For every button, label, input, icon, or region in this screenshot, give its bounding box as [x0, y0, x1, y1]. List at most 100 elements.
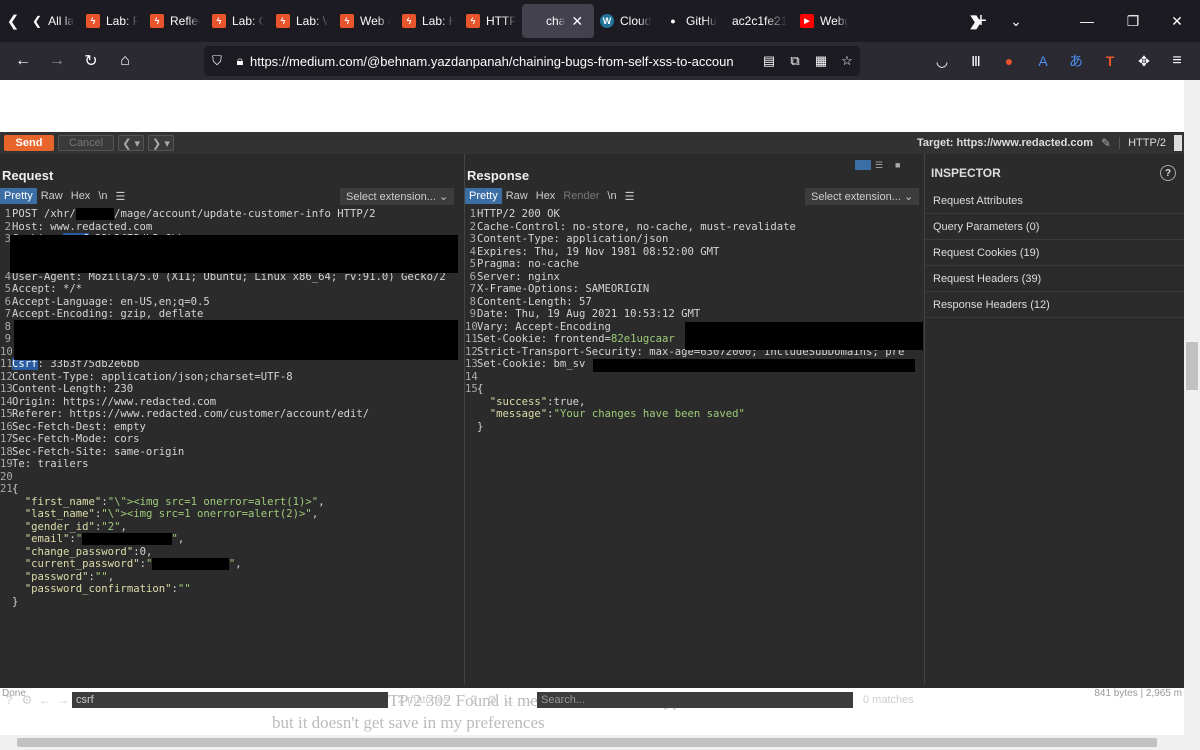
qr-code-icon[interactable]: ▦ [808, 53, 834, 69]
extension-fox-icon[interactable]: ● [995, 42, 1023, 80]
vertical-scroll-thumb[interactable] [1186, 342, 1198, 390]
tracking-protection-icon[interactable]: ⛉ [204, 53, 230, 69]
tab-title: ac2c1fe21 [732, 14, 788, 28]
browser-tab[interactable]: ϟ Lab: R [80, 0, 144, 42]
code-line: 9 Date: Thu, 19 Aug 2021 10:53:12 GMT [469, 308, 701, 320]
url-text[interactable]: https://medium.com/@behnam.yazdanpanah/c… [250, 54, 756, 69]
response-editor[interactable]: 1 HTTP/2 200 OK 2 Cache-Control: no-store,… [465, 208, 922, 433]
response-tab-newline[interactable]: \n [603, 188, 620, 204]
code-line: 1 POST /xhr/ /mage/account/update-custome… [4, 208, 376, 220]
inspector-request-cookies[interactable]: Request Cookies (19) [925, 240, 1184, 266]
browser-tab[interactable]: ● GitHu [660, 0, 726, 42]
request-tab-hex[interactable]: Hex [67, 188, 95, 204]
back-icon[interactable]: ← [6, 44, 40, 78]
translate-extension-2-icon[interactable]: あ [1062, 42, 1090, 80]
response-title: Response [467, 167, 530, 183]
vertical-scrollbar[interactable] [1184, 80, 1200, 735]
browser-tab[interactable]: ϟ Reflec [144, 0, 206, 42]
request-tab-newline[interactable]: \n [94, 188, 111, 204]
translate-extension-icon[interactable]: A [1029, 42, 1057, 80]
redaction-block [593, 359, 915, 372]
redaction-block [685, 322, 923, 350]
response-tab-pretty[interactable]: Pretty [465, 188, 502, 204]
response-select-extension[interactable]: Select extension... ⌄ [805, 188, 920, 205]
tab-favicon-icon: ▶ [800, 14, 814, 28]
tab-title: cha [546, 14, 566, 28]
request-tab-raw[interactable]: Raw [37, 188, 67, 204]
inspector-response-headers[interactable]: Response Headers (12) [925, 292, 1184, 318]
inspector-query-parameters[interactable]: Query Parameters (0) [925, 214, 1184, 240]
browser-tab[interactable]: ϟ Lab: W [270, 0, 334, 42]
status-right: 841 bytes | 2,965 m [1094, 688, 1182, 699]
tab-favicon-icon: ϟ [86, 14, 100, 28]
history-forward-icon[interactable]: ❯ ▾ [148, 135, 174, 151]
restore-icon[interactable]: ❐ [1110, 0, 1156, 42]
menu-hamburger-icon[interactable]: ≡ [1163, 42, 1191, 80]
chevron-down-icon: ⌄ [903, 191, 914, 203]
address-bar[interactable]: ⛉ 🔒︎ https://medium.com/@behnam.yazdanpa… [204, 46, 860, 76]
edit-target-icon[interactable]: ✎ [1101, 136, 1111, 150]
response-tab-render[interactable]: Render [559, 188, 603, 204]
chevron-left-icon[interactable]: ❮ [32, 14, 42, 28]
browser-tab[interactable]: W Cloud [594, 0, 660, 42]
request-pane: Request Pretty Raw Hex \n ☰ Select exten… [0, 154, 458, 708]
response-menu-icon[interactable]: ☰ [621, 188, 639, 205]
request-menu-icon[interactable]: ☰ [112, 188, 130, 205]
inspector-request-headers[interactable]: Request Headers (39) [925, 266, 1184, 292]
extension-t-icon[interactable]: T [1096, 42, 1124, 80]
browser-tab[interactable]: cha ✕ [522, 4, 594, 38]
extensions-puzzle-icon[interactable]: ✥ [1130, 42, 1158, 80]
home-icon[interactable]: ⌂ [108, 44, 142, 78]
tab-favicon-icon: ϟ [212, 14, 226, 28]
library-icon[interactable]: Ⅲ [962, 42, 990, 80]
history-back-icon[interactable]: ❮ ▾ [118, 135, 145, 151]
cancel-button[interactable]: Cancel [58, 135, 115, 151]
layout-horizontal-icon[interactable]: ☰ [875, 160, 891, 170]
reader-view-icon[interactable]: ▤ [756, 53, 782, 69]
browser-tab[interactable]: ac2c1fe21 [726, 0, 794, 42]
bookmark-star-icon[interactable]: ☆ [834, 53, 860, 69]
browser-tab[interactable]: ϟ Lab: C [206, 0, 270, 42]
request-tab-pretty[interactable]: Pretty [0, 188, 37, 204]
browser-tab[interactable]: ϟ Lab: H [396, 0, 460, 42]
layout-split-icon[interactable] [855, 160, 871, 170]
request-select-extension-label: Select extension... [346, 191, 436, 203]
burp-repeater-screenshot: Send Cancel ❮ ▾ ❯ ▾ Target: https://www.… [0, 132, 1184, 708]
response-tab-hex[interactable]: Hex [532, 188, 560, 204]
layout-single-icon[interactable]: ■ [895, 160, 911, 170]
browser-tab[interactable]: ❮ All lab [26, 0, 80, 42]
tab-title: GitHu [686, 14, 717, 28]
code-line: 14 [465, 370, 478, 383]
tab-favicon-icon: ϟ [340, 14, 354, 28]
request-select-extension[interactable]: Select extension... ⌄ [340, 188, 455, 205]
forward-icon[interactable]: → [40, 44, 74, 78]
code-line: 2 Cache-Control: no-store, no-cache, must… [469, 220, 796, 233]
tab-scroll-left-icon[interactable]: ❮ [0, 0, 26, 42]
minimize-icon[interactable]: — [1064, 0, 1110, 42]
target-label: Target: https://www.redacted.com [917, 137, 1094, 149]
help-icon[interactable]: ? [1160, 165, 1176, 181]
code-line: 6 Server: nginx [469, 270, 560, 283]
code-line: 13 Content-Length: 230 [0, 383, 134, 395]
code-line: 7 Accept-Encoding: gzip, deflate [4, 308, 204, 320]
browser-tab[interactable]: ϟ Web c [334, 0, 396, 42]
list-all-tabs-icon[interactable]: ⌄ [993, 0, 1039, 42]
translate-icon[interactable]: ⧉ [782, 53, 808, 69]
tab-title: Lab: W [296, 14, 328, 28]
horizontal-scroll-thumb[interactable] [17, 738, 1157, 747]
lock-icon[interactable]: 🔒︎ [230, 53, 250, 69]
close-tab-icon[interactable]: ✕ [571, 13, 583, 30]
tab-title: Cloud [620, 14, 652, 28]
inspector-request-attributes[interactable]: Request Attributes [925, 188, 1184, 214]
send-button[interactable]: Send [4, 135, 54, 151]
reload-icon[interactable]: ↻ [74, 44, 108, 78]
browser-tab[interactable]: ϟ HTTP/ [460, 0, 522, 42]
pocket-icon[interactable]: ◡ [928, 42, 956, 80]
redaction-block [14, 320, 458, 360]
response-select-extension-label: Select extension... [811, 191, 901, 203]
browser-tab[interactable]: ▶ Webg [794, 0, 854, 42]
article-line-2: but it doesn't get save in my preference… [272, 713, 545, 732]
response-tab-raw[interactable]: Raw [502, 188, 532, 204]
layout-toggle: ☰ ■ [855, 160, 911, 170]
close-window-icon[interactable]: ✕ [1154, 0, 1200, 42]
